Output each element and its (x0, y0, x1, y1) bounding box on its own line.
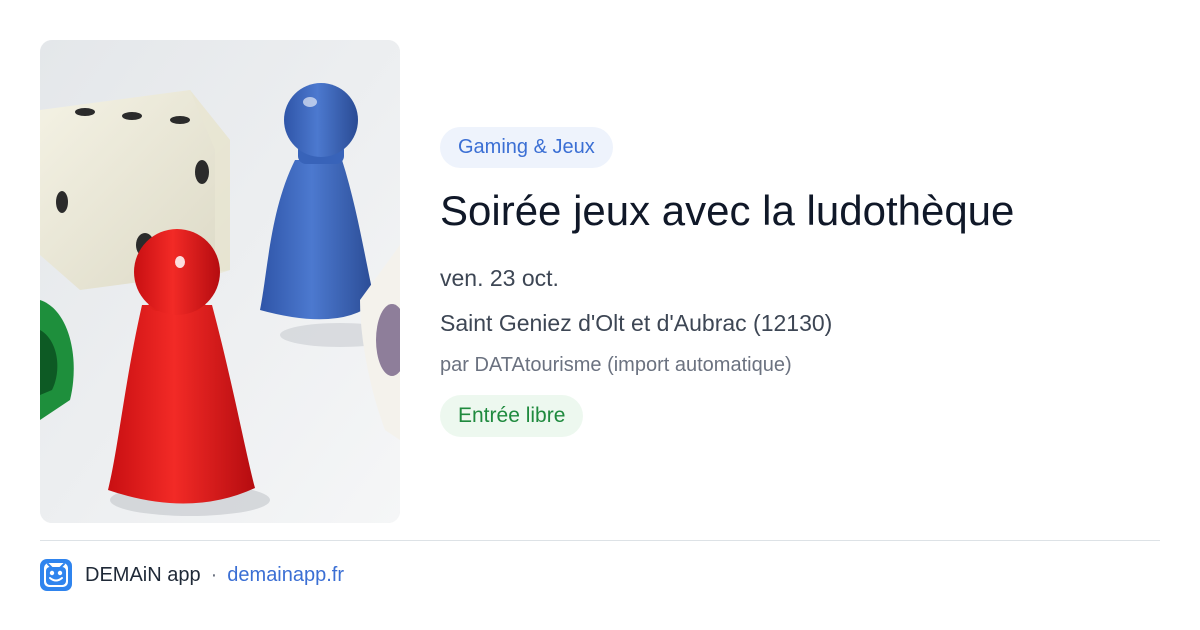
event-title[interactable]: Soirée jeux avec la ludothèque (440, 183, 1014, 239)
event-date: ven. 23 oct. (440, 265, 559, 291)
game-pieces-illustration (40, 40, 400, 523)
event-organizer: par DATAtourisme (import automatique) (440, 354, 792, 376)
event-image[interactable] (40, 40, 400, 523)
footer: DEMAiN app · demainapp.fr (40, 558, 344, 592)
app-name: DEMAiN app (85, 563, 201, 586)
app-website-link[interactable]: demainapp.fr (227, 564, 344, 587)
footer-separator: · (210, 563, 218, 586)
event-location: Saint Geniez d'Olt et d'Aubrac (12130) (440, 310, 833, 336)
category-badge[interactable]: Gaming & Jeux (440, 127, 613, 168)
price-badge: Entrée libre (440, 395, 584, 437)
footer-divider (40, 540, 1160, 541)
demain-app-logo-icon[interactable] (40, 559, 72, 591)
